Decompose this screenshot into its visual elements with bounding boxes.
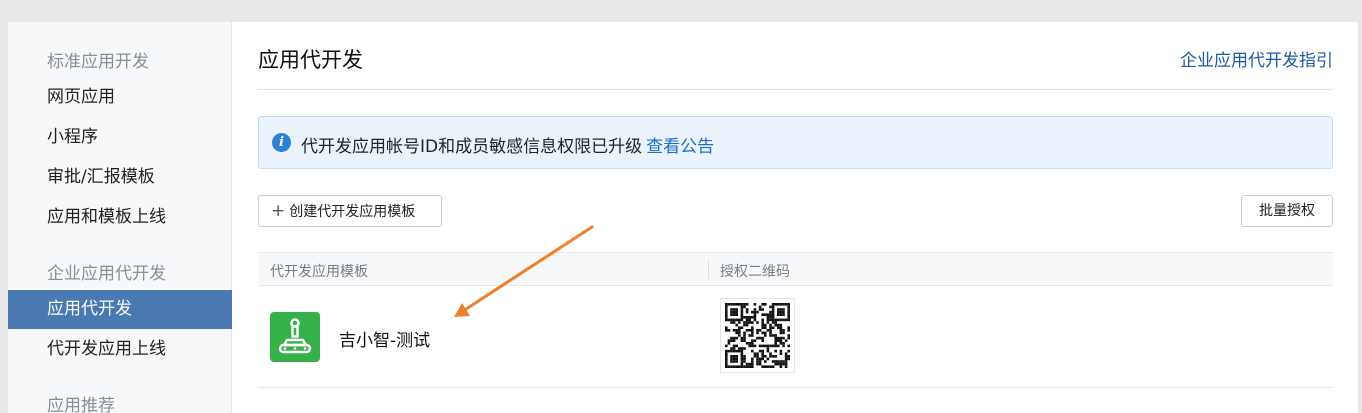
- sidebar-item-proxy-dev[interactable]: 应用代开发: [8, 290, 232, 329]
- column-header-template: 代开发应用模板: [270, 264, 368, 280]
- create-template-button[interactable]: + 创建代开发应用模板: [258, 195, 442, 227]
- sidebar-section-proxy-dev: 企业应用代开发: [47, 264, 166, 284]
- batch-authorize-button[interactable]: 批量授权: [1241, 195, 1333, 227]
- sidebar-section-standard: 标准应用开发: [47, 52, 149, 72]
- guide-link[interactable]: 企业应用代开发指引: [1180, 46, 1333, 71]
- sidebar-item-mini-program[interactable]: 小程序: [8, 118, 232, 157]
- create-template-label: 创建代开发应用模板: [289, 204, 416, 220]
- info-icon: i: [272, 133, 291, 152]
- sidebar-item-app-launch[interactable]: 应用和模板上线: [8, 198, 232, 237]
- content-card: 标准应用开发 网页应用 小程序 审批/汇报模板 应用和模板上线 企业应用代开发 …: [8, 22, 1358, 413]
- view-notice-link[interactable]: 查看公告: [646, 137, 714, 157]
- robot-app-icon: [270, 312, 320, 362]
- app-name: 吉小智-测试: [339, 331, 431, 351]
- plus-icon: +: [271, 201, 286, 221]
- sidebar-item-proxy-launch[interactable]: 代开发应用上线: [8, 330, 232, 369]
- page-title: 应用代开发: [258, 48, 363, 72]
- title-divider: [258, 89, 1333, 90]
- column-header-qr: 授权二维码: [720, 264, 790, 280]
- sidebar-item-approval-template[interactable]: 审批/汇报模板: [8, 158, 232, 197]
- notice-text: 代开发应用帐号ID和成员敏感信息权限已升级: [301, 137, 643, 157]
- notice-banner: i 代开发应用帐号ID和成员敏感信息权限已升级 查看公告: [258, 116, 1333, 169]
- table-row[interactable]: 吉小智-测试: [258, 286, 1333, 388]
- sidebar-item-web-app[interactable]: 网页应用: [8, 78, 232, 117]
- sidebar-section-recommend: 应用推荐: [47, 396, 115, 413]
- table-header: 代开发应用模板 授权二维码: [258, 252, 1333, 286]
- sidebar: 标准应用开发 网页应用 小程序 审批/汇报模板 应用和模板上线 企业应用代开发 …: [8, 22, 232, 413]
- column-divider: [708, 260, 709, 279]
- notice-text-wrap: 代开发应用帐号ID和成员敏感信息权限已升级 查看公告: [301, 132, 714, 157]
- qr-code-image: [720, 298, 795, 373]
